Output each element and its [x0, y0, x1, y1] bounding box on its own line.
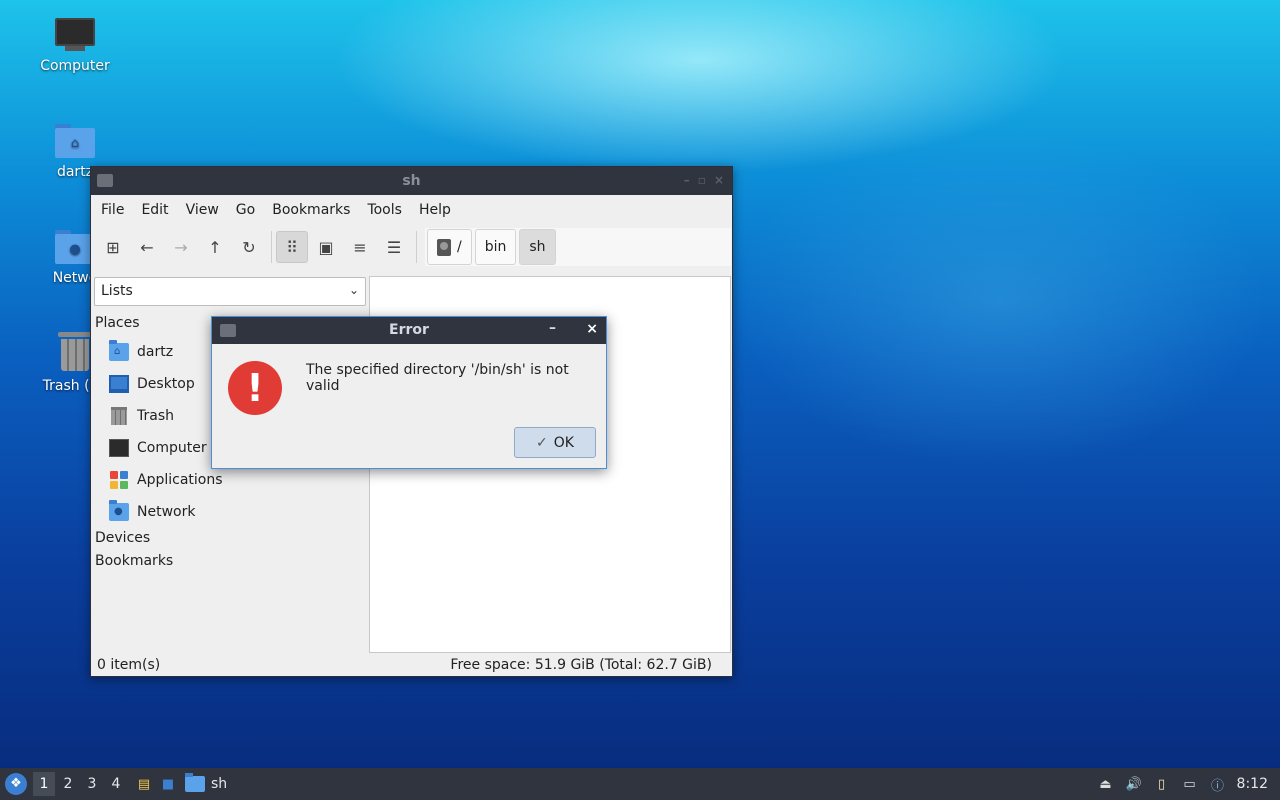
up-arrow-icon[interactable]: ↑: [199, 231, 231, 263]
desktop-icon: [109, 375, 129, 393]
notification-icon[interactable]: ⓘ: [1209, 775, 1227, 794]
thumbnail-view-icon[interactable]: ▣: [310, 231, 342, 263]
toolbar-separator: [271, 231, 272, 263]
trash-icon: [58, 332, 92, 372]
ok-button-label: OK: [553, 434, 574, 451]
new-tab-icon[interactable]: ⊞: [97, 231, 129, 263]
monitor-icon: [55, 18, 95, 52]
place-item-computer[interactable]: Computer: [109, 433, 207, 463]
start-menu-icon[interactable]: ❖: [5, 773, 27, 795]
place-label: Network: [137, 504, 196, 520]
bookmarks-header[interactable]: Bookmarks: [95, 553, 173, 569]
place-label: dartz: [137, 344, 174, 360]
place-label: Applications: [137, 472, 223, 488]
forward-arrow-icon[interactable]: →: [165, 231, 197, 263]
network-folder-icon: ●: [55, 230, 95, 264]
folder-icon: [185, 773, 205, 792]
applications-icon: [110, 471, 128, 489]
taskbar-task-sh[interactable]: sh: [181, 773, 231, 792]
show-desktop-icon[interactable]: ■: [159, 775, 177, 793]
path-crumb-bin[interactable]: bin: [474, 229, 517, 265]
status-bar: 0 item(s) Free space: 51.9 GiB (Total: 6…: [91, 654, 732, 676]
free-space: Free space: 51.9 GiB (Total: 62.7 GiB): [450, 657, 712, 673]
menu-tools[interactable]: Tools: [361, 202, 413, 218]
place-item-desktop[interactable]: Desktop: [109, 369, 195, 399]
side-pane-mode-select[interactable]: Lists ⌄: [94, 277, 366, 306]
menu-view[interactable]: View: [180, 202, 230, 218]
item-count: 0 item(s): [97, 657, 161, 673]
computer-icon: [109, 439, 129, 457]
toolbar: ⊞ ← → ↑ ↻ ⠿ ▣ ≡ ☰ / bin sh: [91, 225, 732, 269]
clock[interactable]: 8:12: [1237, 776, 1268, 792]
place-item-home[interactable]: ⌂ dartz: [109, 337, 173, 367]
path-crumb-label: sh: [529, 239, 546, 255]
dialog-titlebar[interactable]: Error – ×: [212, 317, 606, 344]
compact-view-icon[interactable]: ≡: [344, 231, 376, 263]
desktop-icon-computer[interactable]: Computer: [27, 18, 123, 74]
trash-icon: [111, 407, 127, 425]
path-crumb-label: bin: [484, 239, 507, 255]
home-folder-icon: ⌂: [55, 124, 95, 158]
close-icon[interactable]: ×: [586, 321, 598, 337]
clipboard-icon[interactable]: ▯: [1153, 775, 1171, 793]
eject-icon[interactable]: ⏏: [1097, 775, 1115, 793]
devices-header[interactable]: Devices: [95, 530, 150, 546]
menubar: File Edit View Go Bookmarks Tools Help: [91, 195, 732, 225]
detailed-list-view-icon[interactable]: ☰: [378, 231, 410, 263]
menu-go[interactable]: Go: [230, 202, 266, 218]
taskbar: ❖ 1 2 3 4 ▤ ■ sh ⏏ 🔊 ▯ ▭ ⓘ 8:12: [0, 768, 1280, 800]
error-icon: !: [228, 361, 282, 415]
volume-icon[interactable]: 🔊: [1125, 775, 1143, 793]
window-title: sh: [402, 173, 421, 189]
menu-edit[interactable]: Edit: [135, 202, 179, 218]
network-icon[interactable]: ▭: [1181, 775, 1199, 793]
path-crumb-label: /: [457, 239, 462, 255]
network-folder-icon: ●: [109, 500, 129, 521]
icon-view-icon[interactable]: ⠿: [276, 231, 308, 263]
menu-file[interactable]: File: [95, 202, 135, 218]
place-label: Desktop: [137, 376, 195, 392]
error-dialog: Error – × ! The specified directory '/bi…: [211, 316, 607, 469]
maximize-icon[interactable]: ▫: [698, 173, 706, 187]
place-item-network[interactable]: ● Network: [109, 497, 195, 527]
ok-button[interactable]: ✓ OK: [514, 427, 596, 458]
place-item-trash[interactable]: Trash: [109, 401, 174, 431]
checkmark-icon: ✓: [536, 434, 548, 451]
home-folder-icon: ⌂: [109, 340, 129, 361]
toolbar-separator: [416, 231, 417, 263]
workspace-2[interactable]: 2: [57, 772, 79, 796]
system-tray: ⏏ 🔊 ▯ ▭ ⓘ 8:12: [1097, 768, 1268, 800]
back-arrow-icon[interactable]: ←: [131, 231, 163, 263]
reload-icon[interactable]: ↻: [233, 231, 265, 263]
path-bar: / bin sh: [425, 228, 731, 266]
drive-icon: [437, 238, 451, 256]
path-crumb-sh[interactable]: sh: [519, 229, 556, 265]
workspace-1[interactable]: 1: [33, 772, 55, 796]
place-label: Computer: [137, 440, 207, 456]
place-item-applications[interactable]: Applications: [109, 465, 223, 495]
task-label: sh: [211, 776, 228, 792]
places-header[interactable]: Places: [95, 315, 140, 331]
menu-help[interactable]: Help: [413, 202, 462, 218]
file-manager-launcher-icon[interactable]: ▤: [135, 775, 153, 793]
workspace-4[interactable]: 4: [105, 772, 127, 796]
chevron-down-icon: ⌄: [348, 283, 359, 297]
select-value: Lists: [101, 283, 133, 299]
minimize-icon[interactable]: –: [549, 320, 556, 336]
place-label: Trash: [137, 408, 174, 424]
close-icon[interactable]: ×: [714, 173, 724, 187]
error-message: The specified directory '/bin/sh' is not…: [306, 362, 569, 394]
workspace-3[interactable]: 3: [81, 772, 103, 796]
window-titlebar[interactable]: sh – ▫ ×: [91, 167, 732, 195]
path-crumb-root[interactable]: /: [427, 229, 472, 265]
minimize-icon[interactable]: –: [684, 173, 690, 187]
desktop-icon-label: Computer: [40, 58, 110, 74]
dialog-title: Error: [389, 322, 429, 338]
menu-bookmarks[interactable]: Bookmarks: [266, 202, 361, 218]
